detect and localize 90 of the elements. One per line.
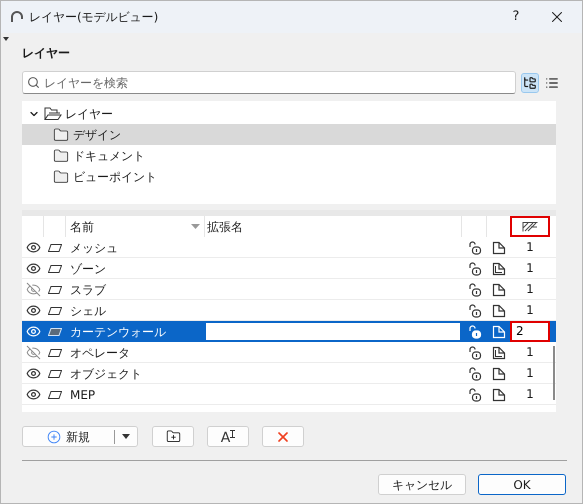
sort-triangle-icon[interactable]: [191, 224, 200, 229]
layer-name: スラブ: [69, 282, 107, 298]
page-icon[interactable]: [492, 304, 506, 318]
tree-view-button[interactable]: [521, 72, 539, 92]
ok-button[interactable]: OK: [478, 474, 566, 495]
dropdown-caret-icon[interactable]: [122, 434, 130, 439]
open-lock-icon[interactable]: [468, 366, 482, 380]
value-cell-text: 1: [525, 365, 535, 382]
open-lock-icon[interactable]: [468, 304, 482, 318]
column-header[interactable]: 拡張名: [207, 218, 243, 236]
eye-icon[interactable]: [26, 303, 40, 318]
rename-button[interactable]: A: [207, 426, 249, 447]
new-layer-split-button[interactable]: 新規: [22, 426, 138, 447]
layer-row[interactable]: カーテンウォール 2: [22, 321, 556, 342]
page-icon[interactable]: [492, 388, 506, 402]
layers-folder-icon: [44, 106, 62, 120]
layer-name: オペレータ: [69, 344, 131, 362]
page-icon[interactable]: [492, 282, 506, 296]
eye-icon[interactable]: [26, 240, 40, 255]
delete-button[interactable]: [262, 426, 304, 447]
tree-item[interactable]: レイヤー: [22, 103, 556, 124]
open-lock-icon[interactable]: [468, 346, 482, 360]
tree-item[interactable]: デザイン: [22, 124, 556, 145]
folder-tree-icon: [522, 76, 537, 90]
folder-icon: [53, 126, 69, 142]
new-label: 新規: [66, 428, 90, 446]
layer-icon: [48, 306, 62, 314]
value-field[interactable]: 2: [510, 321, 550, 342]
app-icon: [11, 11, 23, 23]
layer-row[interactable]: オペレータ 1: [22, 342, 556, 363]
eye-icon[interactable]: [26, 324, 40, 339]
help-button[interactable]: ?: [496, 3, 536, 31]
column-header[interactable]: 名前: [70, 218, 94, 236]
layer-icon: [48, 328, 62, 336]
open-lock-icon[interactable]: [468, 282, 482, 296]
search-field[interactable]: レイヤーを検索: [22, 71, 516, 94]
layer-icon: [48, 370, 62, 378]
page-icon[interactable]: [492, 240, 506, 254]
layer-row[interactable]: メッシュ 1: [22, 237, 556, 258]
open-lock-icon[interactable]: [468, 262, 482, 276]
layer-icon: [48, 244, 62, 252]
layer-name: MEP: [69, 386, 96, 404]
value-cell-text: 1: [525, 344, 535, 361]
list-icon: [545, 76, 560, 90]
value-cell-text: 1: [525, 302, 535, 319]
section-title: レイヤー: [22, 45, 71, 61]
layer-icon: [48, 286, 62, 294]
layer-name: ゾーン: [69, 260, 107, 278]
layer-name: カーテンウォール: [69, 324, 167, 340]
open-lock-icon[interactable]: [468, 388, 482, 402]
layer-row[interactable]: オブジェクト 1: [22, 363, 556, 384]
hatch-icon: [522, 222, 538, 232]
tree-item[interactable]: ドキュメント: [22, 145, 556, 166]
open-lock-icon[interactable]: [468, 324, 482, 338]
layer-icon: [48, 390, 62, 398]
new-folder-button[interactable]: [152, 426, 194, 447]
eye-icon[interactable]: [26, 261, 40, 276]
search-icon: [27, 76, 40, 89]
layer-row[interactable]: スラブ 1: [22, 279, 556, 300]
eye-icon[interactable]: [26, 387, 40, 402]
extension-name-field[interactable]: [205, 322, 461, 341]
value-cell-text: 1: [525, 386, 535, 403]
text-cursor-icon: [230, 430, 236, 438]
open-lock-icon[interactable]: [468, 240, 482, 254]
folder-plus-icon: [166, 429, 180, 444]
eye-icon[interactable]: [26, 366, 40, 381]
value-cell-text: 1: [525, 260, 535, 277]
value-cell-text: 1: [525, 281, 535, 298]
layer-icon: [48, 348, 62, 356]
hatch-column-header[interactable]: [510, 216, 550, 237]
plus-circle-icon: [47, 430, 61, 444]
folder-icon: [53, 148, 69, 164]
scrollbar-thumb[interactable]: [553, 346, 555, 400]
layer-row[interactable]: MEP 1: [22, 384, 556, 405]
layer-name: シェル: [69, 302, 107, 320]
value-cell-text: 1: [525, 239, 535, 256]
folder-icon: [53, 168, 69, 184]
eye-off-icon[interactable]: [26, 345, 40, 360]
stacked-pages-icon[interactable]: [492, 262, 506, 276]
layer-icon: [48, 264, 62, 272]
layer-name: オブジェクト: [69, 366, 143, 382]
page-icon[interactable]: [492, 366, 506, 380]
layer-name: メッシュ: [69, 240, 119, 256]
window-title: レイヤー(モデルビュー): [29, 9, 158, 26]
stacked-pages-icon[interactable]: [492, 346, 506, 360]
layer-row[interactable]: ゾーン 1: [22, 258, 556, 279]
eye-off-icon[interactable]: [26, 282, 40, 297]
collapse-triangle-icon: [3, 37, 9, 41]
cancel-button[interactable]: キャンセル: [378, 474, 466, 495]
tree-item[interactable]: ビューポイント: [22, 166, 556, 187]
